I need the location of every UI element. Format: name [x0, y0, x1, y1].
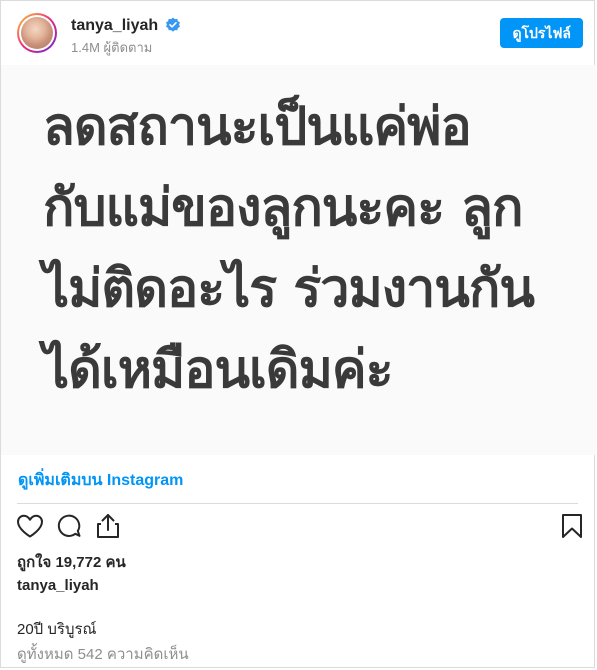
caption-username[interactable]: tanya_liyah [17, 577, 99, 594]
post-text-line: ได้เหมือนเดิมค่ะ [43, 340, 394, 400]
share-icon[interactable] [93, 511, 123, 541]
view-all-comments-link[interactable]: ดูทั้งหมด 542 ความคิดเห็น [17, 642, 189, 666]
bookmark-icon[interactable] [557, 511, 587, 541]
like-count[interactable]: ถูกใจ 19,772 คน [17, 550, 126, 574]
embedded-post-card: tanya_liyah 1.4M ผู้ติดตาม ดูโปรไฟล์ ลดส… [0, 0, 596, 668]
caption-text: 20ปี บริบูรณ์ [17, 621, 97, 638]
heart-icon[interactable] [15, 511, 45, 541]
post-image-text: ลดสถานะเป็นแค่พ่อ กับแม่ของลูกนะคะ ลูก ไ… [43, 87, 535, 411]
view-profile-button[interactable]: ดูโปรไฟล์ [500, 18, 583, 48]
action-bar [1, 511, 594, 543]
post-header: tanya_liyah 1.4M ผู้ติดตาม ดูโปรไฟล์ [1, 1, 594, 65]
avatar[interactable] [17, 13, 57, 53]
avatar-image [21, 17, 53, 49]
username[interactable]: tanya_liyah [71, 17, 158, 35]
post-text-line: ลดสถานะเป็นแค่พ่อ [43, 97, 472, 157]
comment-icon[interactable] [54, 511, 84, 541]
verified-badge-icon [165, 17, 181, 33]
post-text-line: ไม่ติดอะไร ร่วมงานกัน [43, 259, 535, 319]
divider [17, 503, 578, 504]
post-text-line: กับแม่ของลูกนะคะ ลูก [43, 178, 523, 238]
view-more-on-instagram-link[interactable]: ดูเพิ่มเติมบน Instagram [18, 468, 183, 493]
post-image[interactable]: ลดสถานะเป็นแค่พ่อ กับแม่ของลูกนะคะ ลูก ไ… [1, 65, 596, 455]
follower-count: 1.4M ผู้ติดตาม [71, 40, 153, 55]
